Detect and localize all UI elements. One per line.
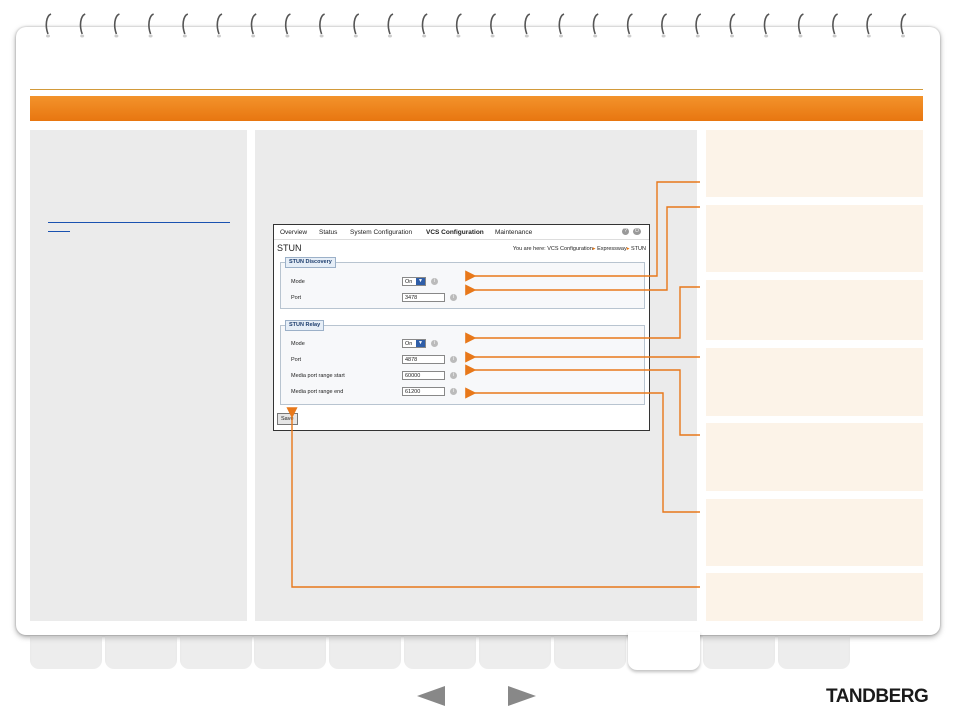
callout-line-relay-mode xyxy=(465,286,700,344)
callout-line-save xyxy=(286,407,700,588)
callout-line-discovery-mode xyxy=(465,181,700,282)
bottom-tab[interactable] xyxy=(628,632,701,670)
brand-logo: TANDBERG xyxy=(826,686,929,707)
bottom-tab[interactable] xyxy=(329,636,402,669)
bottom-tab[interactable] xyxy=(703,636,776,669)
callout-line-media-end xyxy=(465,387,700,513)
bottom-tab[interactable] xyxy=(104,636,177,669)
bottom-tab[interactable] xyxy=(404,636,476,669)
bottom-tab[interactable] xyxy=(30,636,102,669)
bottom-tab[interactable] xyxy=(478,636,551,669)
bottom-tab[interactable] xyxy=(553,636,626,669)
bottom-tab[interactable] xyxy=(179,636,252,669)
arrow-left-icon[interactable] xyxy=(417,686,445,706)
callout-line-media-start xyxy=(465,364,700,436)
callout-line-discovery-port xyxy=(465,206,700,296)
bottom-tab[interactable] xyxy=(254,636,327,669)
arrow-right-icon[interactable] xyxy=(508,686,536,706)
bottom-tab[interactable] xyxy=(778,636,850,669)
callout-arrows xyxy=(286,181,700,588)
